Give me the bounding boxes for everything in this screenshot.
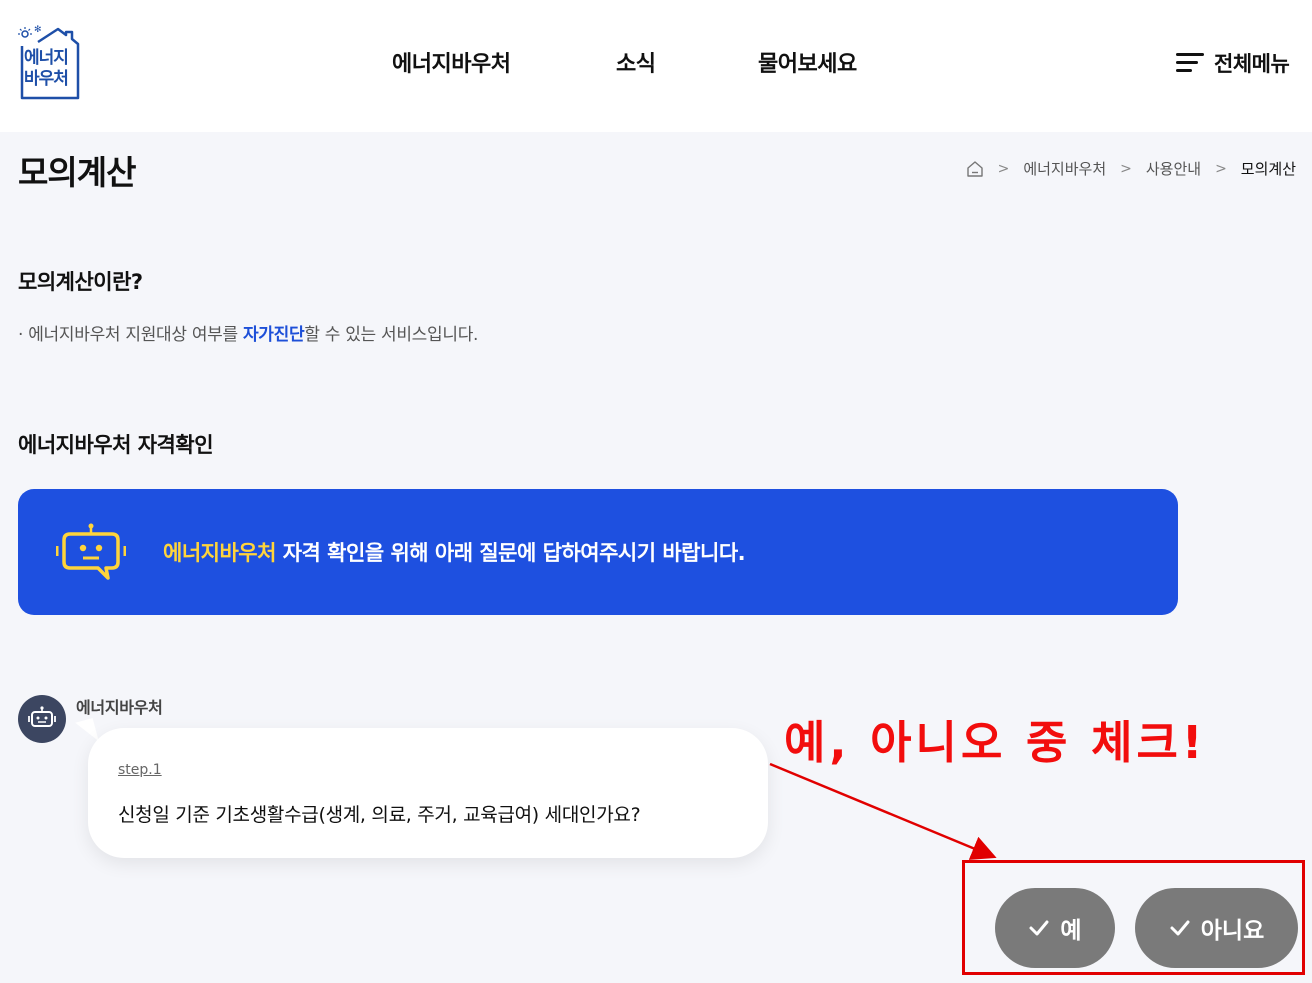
- all-menu-label: 전체메뉴: [1214, 52, 1290, 76]
- info-banner: 에너지바우처 자격 확인을 위해 아래 질문에 답하여주시기 바랍니다.: [18, 489, 1178, 615]
- check-icon: [1029, 920, 1049, 936]
- no-button-label: 아니요: [1200, 918, 1265, 944]
- banner-message: 자격 확인을 위해 아래 질문에 답하여주시기 바랍니다.: [275, 541, 746, 565]
- bot-avatar: [18, 695, 66, 743]
- chevron-right-icon: >: [997, 160, 1010, 177]
- site-header: ✻ 에너지 바우처 에너지바우처 소식 물어보세요 전체메뉴: [0, 0, 1312, 132]
- yes-button[interactable]: 예: [995, 888, 1115, 968]
- step-label: step.1: [118, 762, 162, 778]
- bot-name: 에너지바우처: [76, 698, 163, 717]
- breadcrumb-current: 모의계산: [1240, 160, 1296, 178]
- banner-highlight: 에너지바우처: [163, 541, 276, 565]
- intro-description: · 에너지바우처 지원대상 여부를 자가진단할 수 있는 서비스입니다.: [18, 320, 478, 345]
- breadcrumb: > 에너지바우처 > 사용안내 > 모의계산: [966, 158, 1296, 179]
- svg-text:✻: ✻: [34, 25, 42, 35]
- home-icon[interactable]: [966, 160, 984, 178]
- breadcrumb-item[interactable]: 에너지바우처: [1023, 158, 1106, 179]
- breadcrumb-item[interactable]: 사용안내: [1146, 158, 1201, 179]
- question-text: 신청일 기준 기초생활수급(생계, 의료, 주거, 교육급여) 세대인가요?: [118, 804, 641, 826]
- chevron-right-icon: >: [1120, 160, 1132, 177]
- desc-prefix: · 에너지바우처 지원대상 여부를: [18, 325, 243, 345]
- desc-suffix: 할 수 있는 서비스입니다.: [304, 325, 479, 345]
- annotation-text: 예, 아니오 중 체크!: [784, 716, 1207, 769]
- hamburger-icon: [1176, 53, 1204, 73]
- no-button[interactable]: 아니요: [1135, 888, 1298, 968]
- chatbot-icon: [56, 523, 126, 580]
- logo-wordmark: 에너지 바우처: [24, 48, 69, 89]
- chat-bubble: step.1 신청일 기준 기초생활수급(생계, 의료, 주거, 교육급여) 세…: [88, 728, 768, 858]
- energy-voucher-logo[interactable]: ✻ 에너지 바우처: [16, 22, 82, 102]
- intro-heading: 모의계산이란?: [18, 270, 143, 294]
- chevron-right-icon: >: [1215, 160, 1227, 177]
- check-icon: [1170, 920, 1190, 936]
- nav-energy-voucher[interactable]: 에너지바우처: [392, 46, 511, 78]
- yes-button-label: 예: [1060, 918, 1082, 944]
- desc-highlight: 자가진단: [242, 325, 305, 345]
- page-title: 모의계산: [18, 153, 136, 192]
- all-menu-button[interactable]: 전체메뉴: [1176, 48, 1290, 78]
- nav-news[interactable]: 소식: [616, 46, 656, 78]
- nav-ask[interactable]: 물어보세요: [758, 46, 857, 78]
- qualify-heading: 에너지바우처 자격확인: [18, 433, 214, 457]
- banner-text: 에너지바우처 자격 확인을 위해 아래 질문에 답하여주시기 바랍니다.: [163, 537, 746, 567]
- robot-icon: [28, 706, 56, 727]
